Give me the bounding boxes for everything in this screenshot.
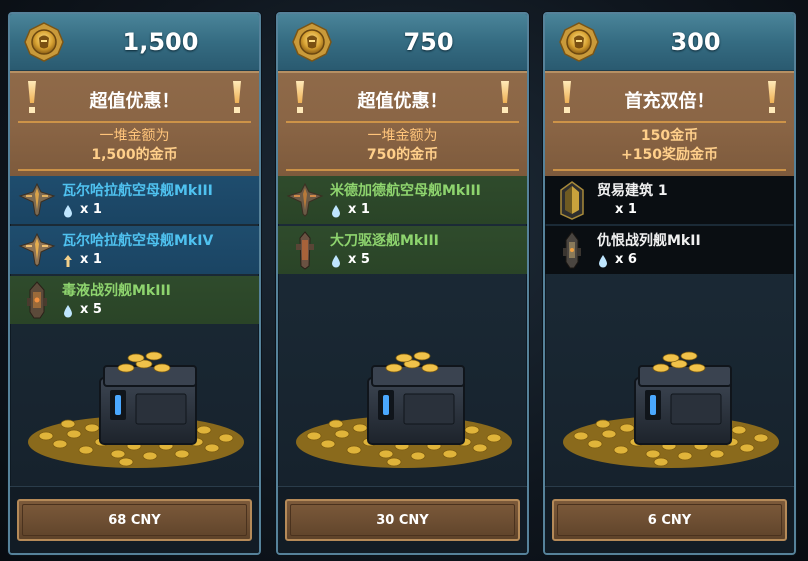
reward-list: 贸易建筑 1 x 1 仇恨战列舰MkII x 6: [545, 176, 794, 276]
reward-name: 瓦尔哈拉航空母舰MkIII: [62, 183, 213, 199]
water-drop-icon: [332, 205, 340, 218]
card-header: 750: [278, 14, 527, 71]
divider: [18, 169, 251, 171]
gold-chest-icon: [563, 351, 779, 468]
desc-line: 一堆金额为: [367, 128, 438, 144]
price-bar: 68 CNY: [10, 486, 259, 553]
reward-name: 瓦尔哈拉航空母舰MkIV: [62, 233, 214, 249]
reward-item[interactable]: 毒液战列舰MkIII x 5: [10, 276, 259, 324]
card-header: 300: [545, 14, 794, 71]
exclamation-icon: [233, 81, 241, 113]
reward-item[interactable]: 瓦尔哈拉航空母舰MkIV x 1: [10, 226, 259, 274]
reward-item[interactable]: 仇恨战列舰MkII x 6: [545, 226, 794, 274]
reward-name: 毒液战列舰MkIII: [62, 283, 171, 299]
reward-name: 贸易建筑 1: [597, 183, 668, 199]
reward-quantity: x 5: [348, 252, 370, 267]
divider: [286, 121, 519, 123]
reward-quantity: x 1: [80, 202, 102, 217]
reward-list: 瓦尔哈拉航空母舰MkIII x 1 瓦尔哈拉航空母舰MkIV x 1 毒液战列舰…: [10, 176, 259, 326]
offer-banner: 超值优惠！ 一堆金额为 1,500的金币: [10, 71, 259, 179]
reward-name: 仇恨战列舰MkII: [597, 233, 701, 249]
offer-description: 一堆金额为 750的金币: [288, 127, 517, 165]
offer-card-3[interactable]: 300 首充双倍！ 150金币 +150奖励金币 贸易建筑 1 x 1 仇恨战列…: [543, 12, 796, 555]
battleship-icon: [27, 281, 47, 319]
gold-coin-icon: [559, 22, 599, 62]
desc-line: 1,500的金币: [91, 147, 178, 163]
reward-item[interactable]: 瓦尔哈拉航空母舰MkIII x 1: [10, 176, 259, 224]
upgrade-arrow-icon: [64, 255, 72, 267]
carrier-ship-icon: [18, 182, 56, 217]
offer-description: 一堆金额为 1,500的金币: [20, 127, 249, 165]
coin-amount: 750: [403, 28, 454, 56]
water-drop-icon: [64, 205, 72, 218]
divider: [18, 121, 251, 123]
buy-button[interactable]: 6 CNY: [552, 499, 787, 541]
water-drop-icon: [64, 305, 72, 318]
price-bar: 30 CNY: [278, 486, 527, 553]
coin-amount: 300: [670, 28, 721, 56]
carrier-ship-icon: [18, 232, 56, 267]
offer-banner: 首充双倍！ 150金币 +150奖励金币: [545, 71, 794, 179]
gold-chest-icon: [296, 351, 512, 468]
exclamation-icon: [28, 81, 36, 113]
divider: [286, 169, 519, 171]
reward-name: 米德加德航空母舰MkIII: [330, 183, 481, 199]
card-header: 1,500: [10, 14, 259, 71]
gold-coin-icon: [292, 22, 332, 62]
reward-item[interactable]: 大刀驱逐舰MkIII x 5: [278, 226, 527, 274]
reward-quantity: x 5: [80, 302, 102, 317]
reward-quantity: x 1: [80, 252, 102, 267]
carrier-ship-icon: [286, 182, 324, 217]
destroyer-icon: [296, 231, 314, 270]
buy-button[interactable]: 30 CNY: [285, 499, 520, 541]
divider: [553, 121, 786, 123]
gold-chest-icon: [28, 351, 244, 468]
price-bar: 6 CNY: [545, 486, 794, 553]
exclamation-icon: [501, 81, 509, 113]
battleship-icon: [563, 231, 581, 269]
offer-title: 超值优惠！: [357, 91, 448, 112]
trade-building-icon: [560, 181, 584, 220]
exclamation-icon: [768, 81, 776, 113]
reward-name: 大刀驱逐舰MkIII: [330, 233, 439, 249]
gold-coin-icon: [24, 22, 64, 62]
reward-list: 米德加德航空母舰MkIII x 1 大刀驱逐舰MkIII x 5: [278, 176, 527, 276]
divider: [553, 169, 786, 171]
desc-line: +150奖励金币: [621, 147, 718, 163]
reward-quantity: x 1: [615, 202, 637, 217]
water-drop-icon: [599, 255, 607, 268]
desc-line: 150金币: [640, 128, 699, 144]
reward-item[interactable]: 米德加德航空母舰MkIII x 1: [278, 176, 527, 224]
offer-card-2[interactable]: 750 超值优惠！ 一堆金额为 750的金币 米德加德航空母舰MkIII x 1…: [276, 12, 529, 555]
reward-quantity: x 1: [348, 202, 370, 217]
desc-line: 一堆金额为: [99, 128, 170, 144]
offer-title: 首充双倍！: [624, 91, 715, 112]
buy-button[interactable]: 68 CNY: [17, 499, 252, 541]
offer-card-1[interactable]: 1,500 超值优惠！ 一堆金额为 1,500的金币 瓦尔哈拉航空母舰MkIII: [8, 12, 261, 555]
offer-banner: 超值优惠！ 一堆金额为 750的金币: [278, 71, 527, 179]
reward-item[interactable]: 贸易建筑 1 x 1: [545, 176, 794, 224]
exclamation-icon: [563, 81, 571, 113]
reward-quantity: x 6: [615, 252, 637, 267]
water-drop-icon: [332, 255, 340, 268]
offer-description: 150金币 +150奖励金币: [555, 127, 784, 165]
exclamation-icon: [296, 81, 304, 113]
coin-amount: 1,500: [122, 28, 199, 56]
offer-title: 超值优惠！: [89, 91, 180, 112]
desc-line: 750的金币: [366, 147, 439, 163]
